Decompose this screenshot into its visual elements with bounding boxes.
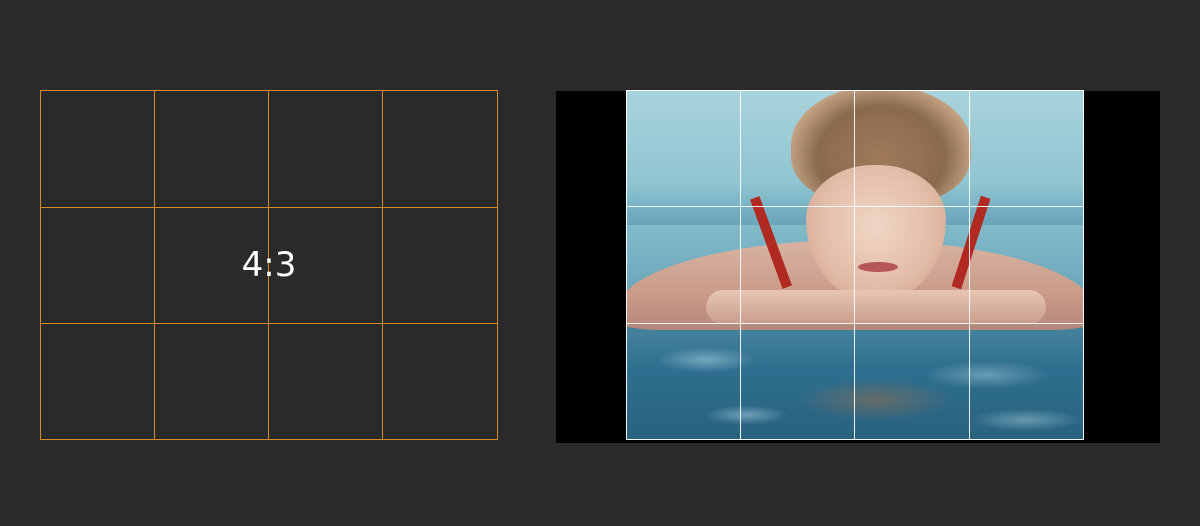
aspect-ratio-view: 4:3 <box>0 0 1200 526</box>
grid-line-horizontal <box>41 207 497 208</box>
aspect-ratio-grid-4-3[interactable]: 4:3 <box>40 90 498 440</box>
crop-frame[interactable] <box>626 90 1084 440</box>
preview-photo[interactable] <box>626 90 1084 440</box>
grid-line-horizontal <box>41 323 497 324</box>
grid-line-vertical <box>382 91 383 439</box>
aspect-ratio-label: 4:3 <box>241 245 297 285</box>
grid-line-vertical <box>268 91 269 439</box>
grid-line-vertical <box>154 91 155 439</box>
crop-preview <box>556 90 1160 443</box>
